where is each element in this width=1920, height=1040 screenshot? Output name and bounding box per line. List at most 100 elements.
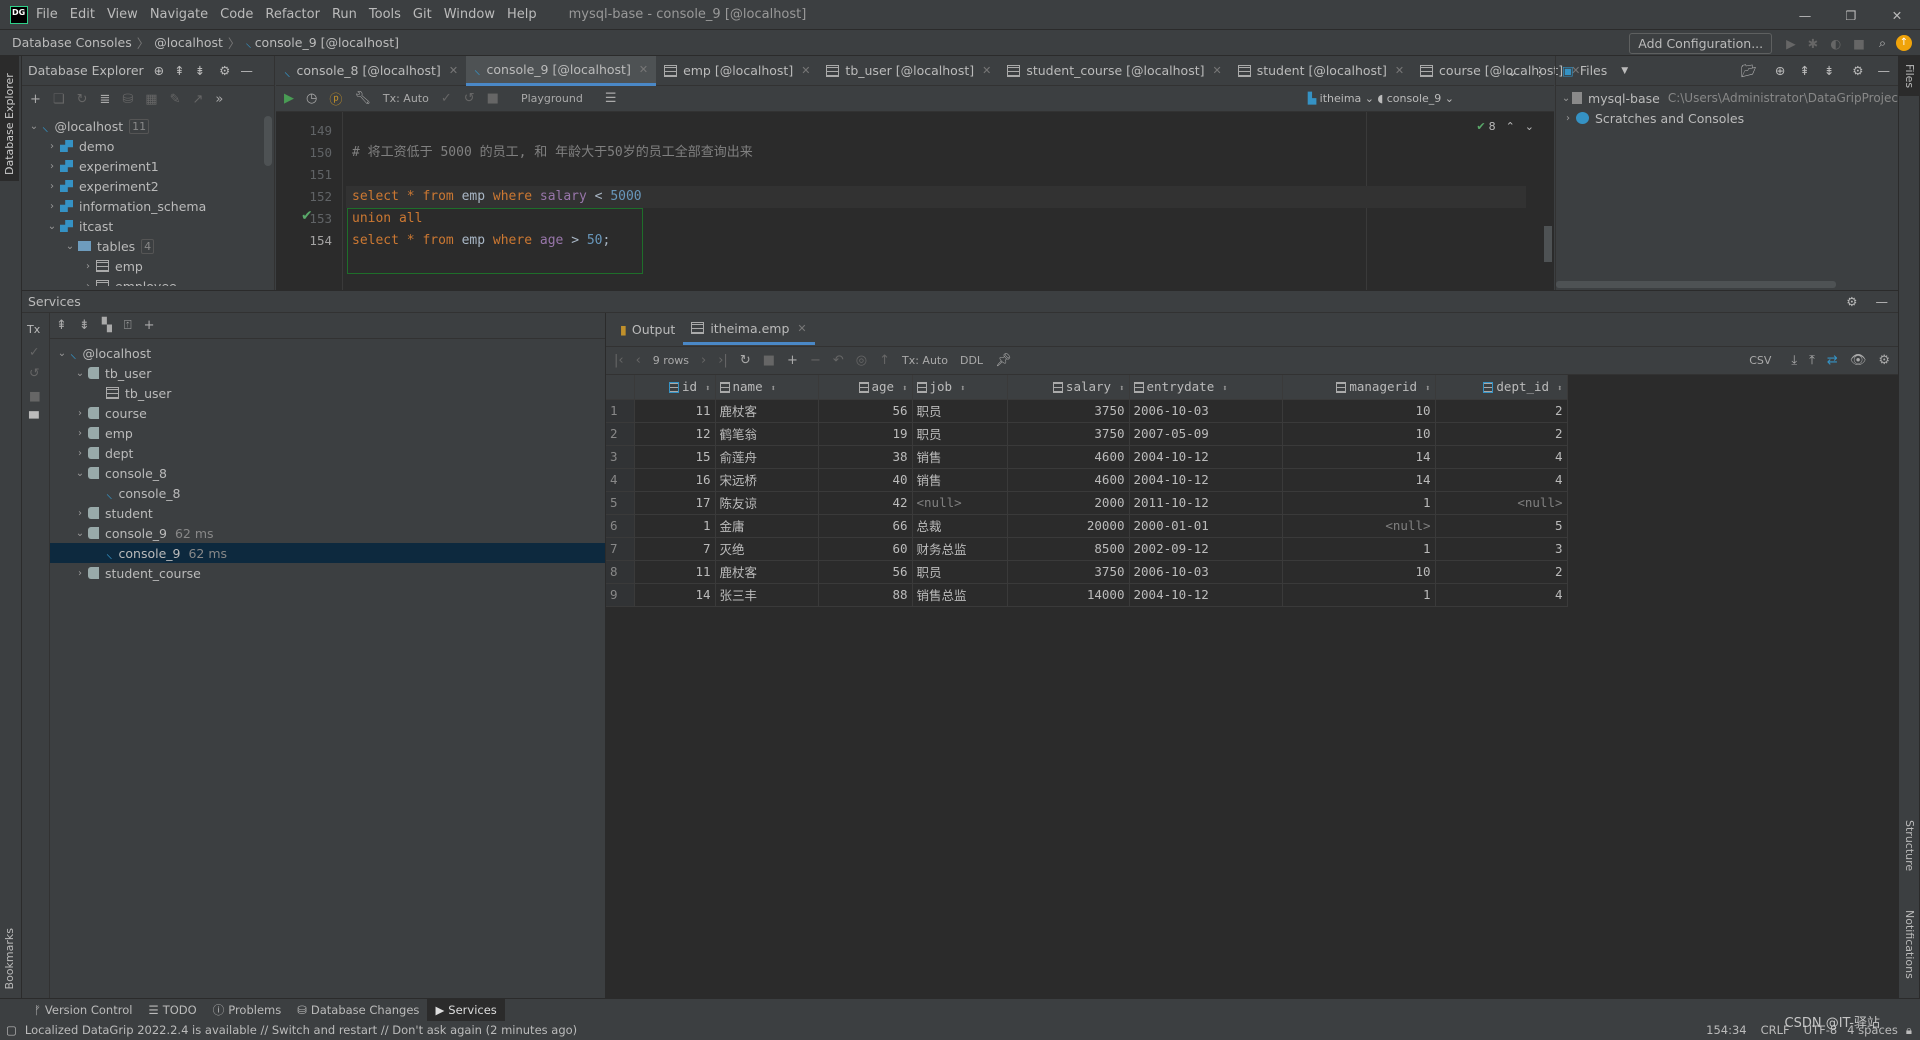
cell-entrydate[interactable]: 2006-10-03 (1129, 560, 1283, 584)
collapse-all-icon[interactable]: ⇟ (195, 63, 205, 78)
filter-icon[interactable]: ⍐ (124, 318, 132, 333)
tree-item[interactable]: tb_user (50, 383, 605, 403)
cell-entrydate[interactable]: 2004-10-12 (1129, 445, 1283, 469)
schema-selector[interactable]: ▙ itheima ⌄ (1308, 92, 1374, 105)
code-line[interactable]: # 将工资低于 5000 的员工, 和 年龄大于50岁的员工全部查询出来 (352, 142, 753, 164)
cell-id[interactable]: 17 (634, 491, 716, 515)
cell-job[interactable]: 职员 (912, 422, 1008, 446)
menu-help[interactable]: Help (507, 7, 537, 22)
stop-icon[interactable]: ■ (1853, 36, 1865, 51)
chevron-down-icon[interactable]: ⌄ (26, 121, 42, 132)
cell-job[interactable]: 职员 (912, 399, 1008, 423)
history-icon[interactable]: ◷ (306, 91, 317, 106)
menu-view[interactable]: View (107, 7, 138, 22)
structure-stripe-button[interactable]: Structure (1899, 816, 1920, 875)
open-folder-icon[interactable]: 📂︎ (1741, 63, 1757, 78)
rows-count-dropdown[interactable]: 9 rows (653, 354, 689, 367)
close-tab-icon[interactable]: ✕ (449, 64, 458, 77)
compare-icon[interactable]: ⇄ (1827, 353, 1838, 368)
chevron-down-icon[interactable]: ⌄ (62, 241, 78, 252)
tx-mode-dropdown[interactable]: Tx: Auto (902, 354, 948, 367)
tree-scrollbar[interactable] (264, 116, 272, 166)
table-view-icon[interactable]: ▦ (145, 92, 157, 107)
code-line[interactable] (352, 164, 753, 186)
previous-highlight-icon[interactable]: ⌃ (1506, 120, 1515, 133)
collapse-all-icon[interactable]: ⇟ (1824, 63, 1834, 78)
add-service-icon[interactable]: + (144, 318, 155, 333)
editor-tab[interactable]: student_course [@localhost] ✕ (999, 56, 1229, 86)
editor-tab[interactable]: tb_user [@localhost] ✕ (818, 56, 999, 86)
cell-id[interactable]: 11 (634, 399, 716, 423)
update-icon[interactable]: ↑ (1896, 35, 1912, 51)
chevron-right-icon[interactable]: › (72, 568, 88, 579)
cell-name[interactable]: 鹤笔翁 (715, 422, 819, 446)
tree-item[interactable]: ⌄ ⸜ @localhost (50, 343, 605, 363)
cell-managerid[interactable]: 14 (1282, 445, 1436, 469)
table-row[interactable]: 4 16 宋远桥 40 销售 4600 2004-10-12 14 4 (606, 468, 1568, 492)
cell-age[interactable]: 88 (818, 583, 913, 607)
cell-id[interactable]: 11 (634, 560, 716, 584)
editor-tab[interactable]: emp [@localhost] ✕ (656, 56, 818, 86)
cell-age[interactable]: 38 (818, 445, 913, 469)
cell-dept_id[interactable]: 5 (1435, 514, 1568, 538)
expand-all-icon[interactable]: ⇞ (174, 63, 184, 78)
download-icon[interactable]: ⤓ (1791, 353, 1797, 368)
table-row[interactable]: 1 11 鹿杖客 56 职员 3750 2006-10-03 10 2 (606, 399, 1568, 423)
database-explorer-stripe-button[interactable]: Database Explorer (0, 56, 19, 181)
cell-name[interactable]: 鹿杖客 (715, 399, 819, 423)
expand-all-icon[interactable]: ⇞ (1799, 63, 1809, 78)
cell-dept_id[interactable]: 2 (1435, 560, 1568, 584)
cell-id[interactable]: 14 (634, 583, 716, 607)
lock-icon[interactable]: 🔒︎ (1906, 1023, 1912, 1038)
cell-salary[interactable]: 2000 (1007, 491, 1130, 515)
first-page-icon[interactable]: |‹ (614, 353, 624, 368)
cell-id[interactable]: 12 (634, 422, 716, 446)
add-icon[interactable]: + (30, 92, 41, 107)
cell-managerid[interactable]: 1 (1282, 491, 1436, 515)
status-toggle-icon[interactable]: ▢ (6, 1023, 17, 1037)
column-header-managerid[interactable]: managerid ⬍ (1282, 375, 1436, 400)
debug-icon[interactable]: ✱ (1808, 36, 1818, 51)
sort-icon[interactable]: ⬍ (1119, 384, 1124, 394)
tree-item[interactable]: › dept (50, 443, 605, 463)
code-line[interactable] (352, 120, 753, 142)
close-tab-icon[interactable]: ✕ (801, 64, 810, 77)
close-tab-icon[interactable]: ✕ (639, 63, 648, 76)
cell-entrydate[interactable]: 2002-09-12 (1129, 537, 1283, 561)
more-icon[interactable]: » (215, 92, 223, 107)
cell-managerid[interactable]: <null> (1282, 514, 1436, 538)
sort-icon[interactable]: ⬍ (902, 384, 907, 394)
tab-list-chevron-icon[interactable]: ⌄ (1507, 64, 1517, 79)
menu-code[interactable]: Code (220, 7, 253, 22)
cell-entrydate[interactable]: 2000-01-01 (1129, 514, 1283, 538)
tree-item[interactable]: › emp (50, 423, 605, 443)
files-stripe-button[interactable]: Files (1899, 56, 1920, 97)
add-configuration-button[interactable]: Add Configuration... (1629, 32, 1773, 54)
cell-age[interactable]: 60 (818, 537, 913, 561)
chevron-right-icon[interactable]: › (44, 201, 60, 212)
jump-icon[interactable]: ↗ (192, 92, 203, 107)
next-page-icon[interactable]: › (701, 353, 706, 368)
db-properties-icon[interactable]: ≣ (99, 92, 110, 107)
column-header-id[interactable]: id ⬍ (634, 375, 716, 400)
gear-icon[interactable]: ⚙ (1846, 294, 1857, 309)
tab-database-changes[interactable]: ⛁ Database Changes (289, 999, 427, 1021)
tree-item[interactable]: › demo (22, 136, 274, 156)
table-row[interactable]: 3 15 俞莲舟 38 销售 4600 2004-10-12 14 4 (606, 445, 1568, 469)
preview-changes-icon[interactable]: ◎ (856, 353, 867, 368)
chevron-right-icon[interactable]: › (44, 161, 60, 172)
hide-icon[interactable]: — (1878, 63, 1891, 78)
hide-icon[interactable]: — (240, 63, 253, 78)
gear-icon[interactable]: ⚙ (219, 63, 230, 78)
layout-icon[interactable]: ▀ (22, 403, 49, 426)
cell-managerid[interactable]: 14 (1282, 468, 1436, 492)
sort-icon[interactable]: ⬍ (705, 384, 710, 394)
tree-item[interactable]: ⌄ tables 4 (22, 236, 274, 256)
editor-scrollbar[interactable] (1544, 226, 1552, 262)
menu-edit[interactable]: Edit (70, 7, 95, 22)
stop-icon[interactable]: ■ (22, 380, 49, 403)
close-tab-icon[interactable]: ✕ (1212, 64, 1221, 77)
rollback-icon[interactable]: ↺ (464, 91, 475, 106)
locate-icon[interactable]: ⊕ (1775, 63, 1785, 78)
sort-icon[interactable]: ⬍ (1557, 384, 1562, 394)
